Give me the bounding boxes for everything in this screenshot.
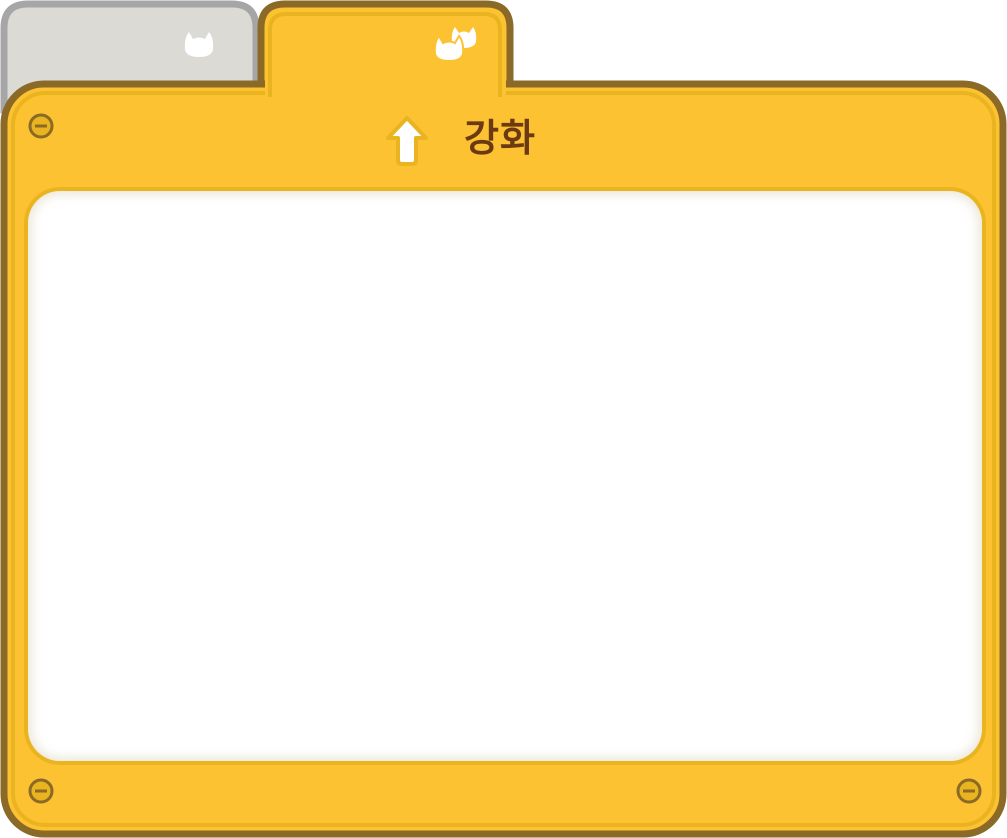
content-area bbox=[28, 191, 982, 761]
panel-header: 강화 bbox=[0, 108, 1007, 172]
upgrade-arrow-icon bbox=[386, 116, 428, 166]
content-area-border bbox=[24, 187, 986, 765]
screw-bottom-left bbox=[28, 778, 54, 804]
panel-title: 강화 bbox=[464, 116, 536, 160]
screw-bottom-right bbox=[956, 778, 982, 804]
